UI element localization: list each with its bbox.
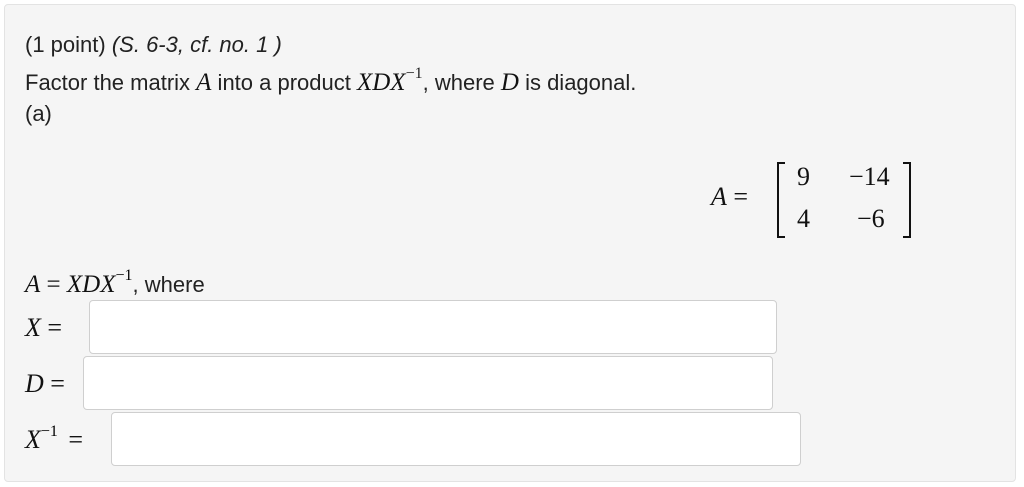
problem-panel: (1 point) (S. 6-3, cf. no. 1 ) Factor th…	[4, 4, 1016, 482]
x-inverse-var: X	[25, 425, 41, 454]
d-label: D =	[25, 369, 65, 399]
matrix-cell-r1c2: −14	[849, 162, 890, 191]
instruction-mid: into a product	[211, 70, 357, 95]
eq-product: XDX	[66, 271, 116, 298]
x-inverse-equals: =	[61, 425, 84, 454]
x-equals: =	[40, 313, 63, 342]
instruction-var-d: D	[500, 69, 519, 96]
instruction-where: , where	[422, 70, 501, 95]
instruction-exponent: −1	[405, 65, 423, 82]
factorization-line: A = XDX−1, where	[25, 267, 205, 299]
x-inverse-answer-input[interactable]	[111, 412, 801, 466]
x-inverse-label: X−1 =	[25, 423, 83, 455]
instruction-var-a: A	[196, 69, 212, 96]
d-answer-input[interactable]	[83, 356, 773, 410]
instruction-suffix: is diagonal.	[518, 70, 637, 95]
x-label: X =	[25, 313, 62, 343]
matrix-label: A =	[711, 182, 748, 212]
problem-header: (1 point) (S. 6-3, cf. no. 1 )	[25, 32, 282, 58]
eq-exponent: −1	[115, 267, 133, 284]
part-label: (a)	[25, 101, 52, 126]
instruction-product: XDX	[356, 69, 406, 96]
eq-equals: =	[40, 271, 67, 298]
eq-where: , where	[132, 272, 205, 297]
matrix-cell-r1c1: 9	[797, 162, 810, 191]
matrix-cell-r2c2: −6	[857, 204, 885, 233]
matrix-cell-r2c1: 4	[797, 204, 810, 233]
matrix-equals: =	[726, 182, 749, 211]
x-inverse-exponent: −1	[40, 423, 58, 440]
d-equals: =	[43, 369, 65, 398]
source-label: (S. 6-3, cf. no. 1 )	[111, 32, 282, 57]
x-answer-input[interactable]	[89, 300, 777, 354]
points-label: (1 point)	[25, 32, 106, 57]
left-bracket	[777, 162, 785, 238]
right-bracket	[903, 162, 911, 238]
matrix-var: A	[711, 182, 727, 211]
instruction-text: Factor the matrix A into a product XDX−1…	[25, 65, 636, 97]
instruction-prefix: Factor the matrix	[25, 70, 197, 95]
d-var: D	[25, 369, 44, 398]
eq-lhs: A	[25, 271, 41, 298]
x-var: X	[25, 313, 41, 342]
